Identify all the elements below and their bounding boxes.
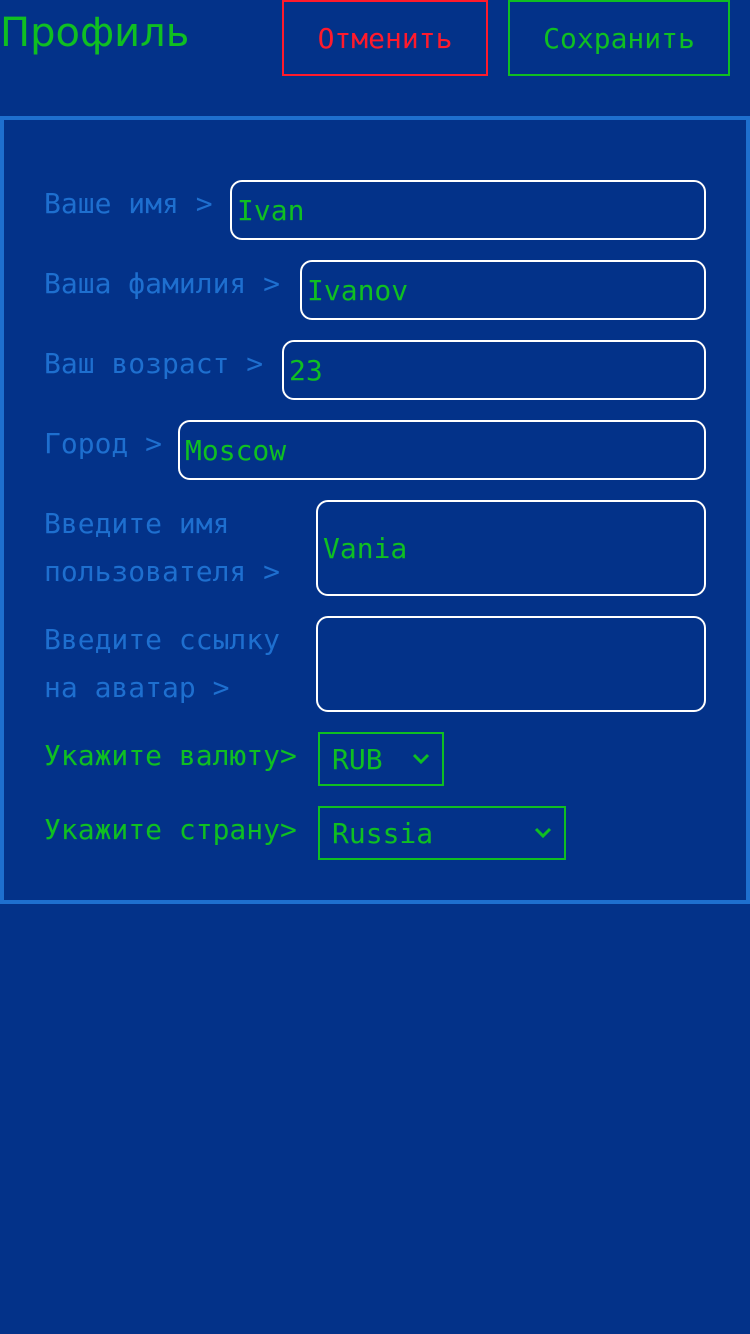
last-name-label: Ваша фамилия > — [44, 267, 281, 300]
first-name-field[interactable] — [230, 180, 706, 240]
avatar-url-label: Введите ссылку на аватар > — [44, 623, 281, 704]
currency-select[interactable]: RUB — [318, 732, 444, 786]
first-name-label: Ваше имя > — [44, 187, 213, 220]
country-selected-value: Russia — [332, 816, 434, 850]
chevron-down-icon — [412, 753, 430, 765]
city-label: Город > — [44, 427, 163, 460]
age-label: Ваш возраст > — [44, 347, 264, 380]
age-field[interactable] — [282, 340, 706, 400]
last-name-field[interactable] — [300, 260, 706, 320]
chevron-down-icon — [534, 827, 552, 839]
city-field[interactable] — [178, 420, 706, 480]
cancel-button[interactable]: Отменить — [282, 0, 488, 76]
avatar-url-field[interactable] — [316, 616, 706, 712]
country-select[interactable]: Russia — [318, 806, 566, 860]
username-label: Введите имя пользователя > — [44, 507, 281, 588]
currency-label: Укажите валюту> — [44, 739, 297, 772]
page-title: Профиль — [0, 10, 190, 56]
currency-selected-value: RUB — [332, 742, 383, 776]
country-label: Укажите страну> — [44, 813, 297, 846]
username-field[interactable] — [316, 500, 706, 596]
save-button[interactable]: Сохранить — [508, 0, 730, 76]
